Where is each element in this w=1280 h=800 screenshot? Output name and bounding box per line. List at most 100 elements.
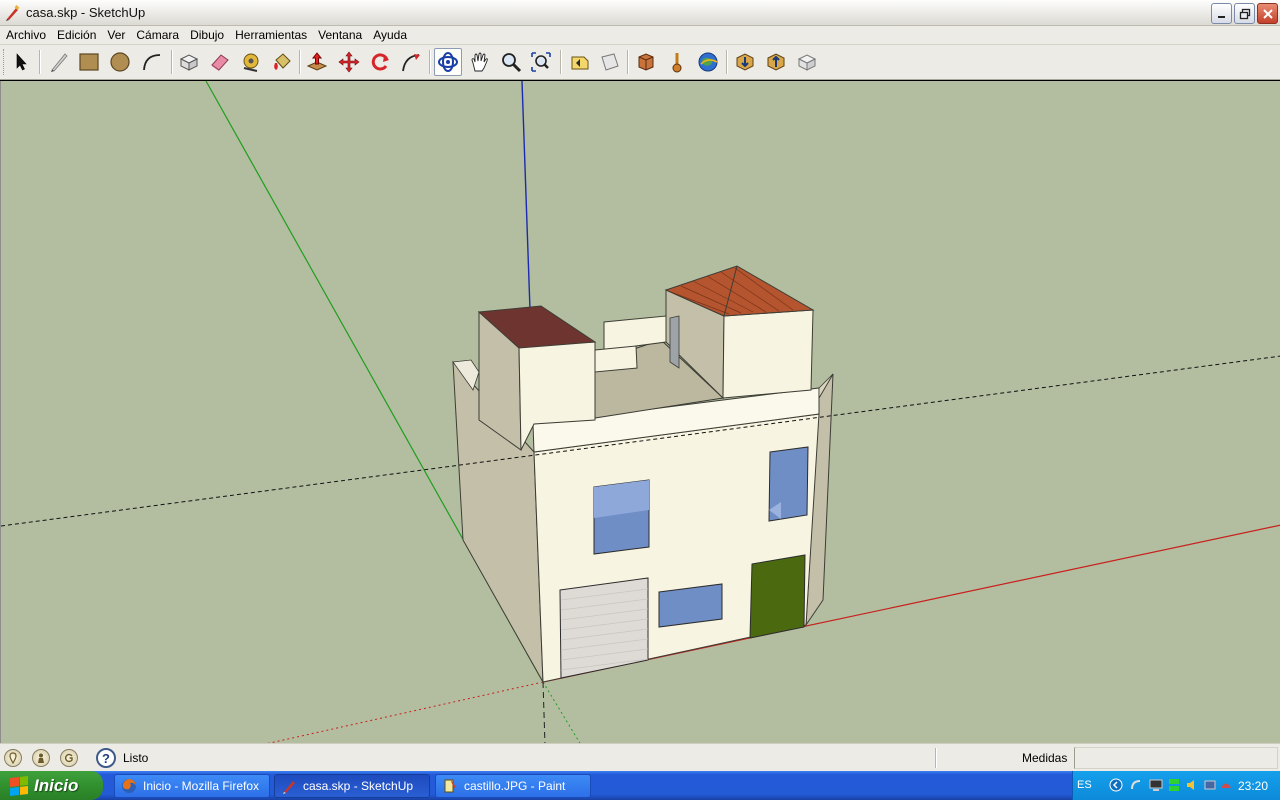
taskbar-item-sketchup[interactable]: casa.skp - SketchUp: [274, 774, 430, 798]
push-pull-tool-button[interactable]: [303, 48, 331, 76]
toolbar-grip[interactable]: [3, 49, 6, 75]
menu-ver[interactable]: Ver: [101, 28, 130, 42]
orbit-tool-button[interactable]: [434, 48, 462, 76]
follow-me-tool-icon: [402, 54, 420, 72]
taskbar-item-label: casa.skp - SketchUp: [303, 779, 414, 793]
monitor-icon[interactable]: [1149, 778, 1163, 792]
menu-archivo[interactable]: Archivo: [0, 28, 51, 42]
system-tray: ES 23:20: [1072, 771, 1280, 800]
sign-in-icon[interactable]: [60, 749, 78, 767]
network-icon[interactable]: [1129, 778, 1143, 792]
pan-tool-button[interactable]: [466, 48, 494, 76]
eraser-tool-icon: [211, 54, 229, 71]
status-bar: ? Listo Medidas: [0, 743, 1280, 771]
security-icon[interactable]: [1203, 778, 1217, 792]
blue-axis-negative: [542, 681, 546, 743]
start-label: Inicio: [34, 775, 79, 795]
taskbar-item-firefox[interactable]: Inicio - Mozilla Firefox: [114, 774, 270, 798]
taskbar-item-label: Inicio - Mozilla Firefox: [143, 779, 260, 793]
rectangle-tool-icon: [79, 53, 99, 71]
previous-view-button[interactable]: [565, 48, 593, 76]
make-component-button[interactable]: [175, 48, 203, 76]
get-models-button[interactable]: [632, 48, 660, 76]
sketchup-icon: [283, 781, 295, 794]
zoom-tool-button[interactable]: [497, 48, 525, 76]
windows-taskbar: Inicio Inicio - Mozilla Firefox casa.skp…: [0, 771, 1280, 800]
google-earth-icon: [698, 52, 718, 72]
green-axis-negative: [542, 681, 581, 743]
firefox-icon: [122, 779, 136, 793]
google-earth-button[interactable]: [694, 48, 722, 76]
eraser-tool-button[interactable]: [206, 48, 234, 76]
taskbar-item-paint[interactable]: castillo.JPG - Paint: [435, 774, 591, 798]
select-tool-button[interactable]: [7, 48, 35, 76]
tape-measure-tool-icon: [243, 53, 259, 72]
toolbar-separator: [627, 50, 629, 74]
share-model-button[interactable]: [762, 48, 790, 76]
restore-button[interactable]: [1234, 3, 1255, 24]
toolbar-separator: [39, 50, 41, 74]
zoom-extents-icon: [531, 52, 551, 72]
move-tool-button[interactable]: [335, 48, 363, 76]
geo-location-icon[interactable]: [4, 749, 22, 767]
push-pull-tool-icon: [306, 52, 328, 71]
share-component-icon: [797, 54, 817, 71]
place-model-icon: [672, 53, 682, 73]
drawing-viewport[interactable]: [0, 81, 1280, 743]
menu-dibujo[interactable]: Dibujo: [184, 28, 229, 42]
location-pin-icon: [9, 752, 17, 764]
right-tower-front: [722, 309, 814, 399]
measurements-input[interactable]: [1074, 747, 1278, 769]
speaker-icon[interactable]: [1185, 778, 1199, 792]
follow-me-tool-button[interactable]: [397, 48, 425, 76]
paint-bucket-tool-icon: [274, 53, 291, 70]
model-canvas[interactable]: [1, 81, 1280, 743]
help-question-icon[interactable]: ?: [96, 748, 116, 768]
get-current-view-button[interactable]: [731, 48, 759, 76]
circle-tool-button[interactable]: [106, 48, 134, 76]
tape-measure-tool-button[interactable]: [237, 48, 265, 76]
status-separator: [935, 748, 937, 768]
alert-icon[interactable]: [1219, 778, 1233, 792]
credits-icon[interactable]: [32, 749, 50, 767]
pencil-tool-button[interactable]: [45, 48, 73, 76]
circle-g-icon: [64, 753, 73, 763]
circle-tool-icon: [110, 52, 130, 72]
toolbar-separator: [429, 50, 431, 74]
menu-ayuda[interactable]: Ayuda: [367, 28, 412, 42]
paint-bucket-tool-button[interactable]: [268, 48, 296, 76]
clock[interactable]: 23:20: [1238, 779, 1268, 793]
pan-tool-icon: [471, 52, 488, 72]
garage-door: [559, 577, 649, 679]
toolbar-separator: [299, 50, 301, 74]
restore-icon: [1239, 8, 1250, 19]
menu-bar: Archivo Edición Ver Cámara Dibujo Herram…: [0, 26, 1280, 45]
window-title: casa.skp - SketchUp: [26, 5, 146, 20]
get-models-icon: [638, 53, 654, 71]
lower-window: [658, 583, 723, 628]
activity-icon[interactable]: [1167, 778, 1181, 792]
menu-herramientas[interactable]: Herramientas: [229, 28, 312, 42]
get-current-view-icon: [736, 53, 754, 71]
next-view-button[interactable]: [596, 48, 624, 76]
move-tool-icon: [338, 51, 360, 73]
close-button[interactable]: [1257, 3, 1278, 24]
tray-arrow-icon[interactable]: [1109, 778, 1123, 792]
share-component-button[interactable]: [793, 48, 821, 76]
language-indicator[interactable]: ES: [1077, 779, 1092, 791]
previous-view-icon: [571, 56, 589, 70]
start-button[interactable]: Inicio: [0, 771, 103, 800]
minimize-button[interactable]: [1211, 3, 1232, 24]
menu-ventana[interactable]: Ventana: [312, 28, 367, 42]
front-door: [749, 554, 806, 639]
arc-tool-button[interactable]: [138, 48, 166, 76]
menu-edicion[interactable]: Edición: [51, 28, 101, 42]
make-component-icon: [179, 54, 199, 71]
zoom-extents-button[interactable]: [527, 48, 555, 76]
orbit-tool-icon: [438, 52, 458, 72]
rectangle-tool-button[interactable]: [75, 48, 103, 76]
place-model-button[interactable]: [663, 48, 691, 76]
rotate-tool-button[interactable]: [366, 48, 394, 76]
share-model-icon: [767, 53, 785, 71]
menu-camara[interactable]: Cámara: [130, 28, 184, 42]
